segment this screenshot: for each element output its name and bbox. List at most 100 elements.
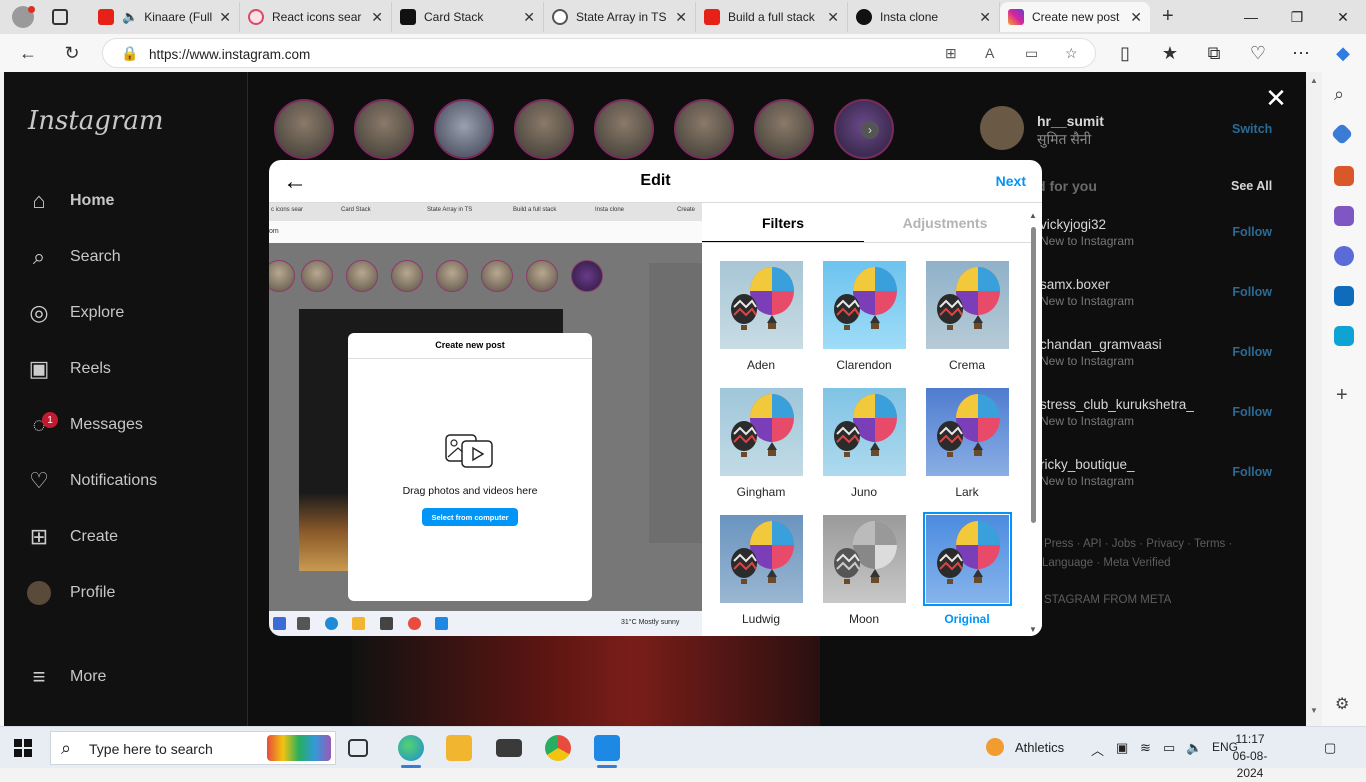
- stories-next-icon[interactable]: ›: [861, 121, 879, 139]
- footer-links-2[interactable]: Language · Meta Verified: [1042, 557, 1171, 569]
- immersive-reader-icon[interactable]: ▭: [1025, 45, 1038, 62]
- task-view-icon[interactable]: [348, 739, 368, 757]
- tab-card-stack[interactable]: Card Stack ✕: [392, 2, 544, 32]
- tab-build-full-stack[interactable]: Build a full stack ✕: [696, 2, 848, 32]
- toolbox-icon[interactable]: [1334, 166, 1354, 186]
- story-avatar[interactable]: [274, 99, 334, 159]
- filter-lark[interactable]: Lark: [922, 388, 1012, 506]
- notification-center-icon[interactable]: ▢: [1324, 740, 1336, 756]
- nav-messages[interactable]: ◌ 1 Messages: [26, 405, 143, 445]
- close-icon[interactable]: ✕: [827, 9, 839, 26]
- story-avatar[interactable]: [434, 99, 494, 159]
- outlook-icon[interactable]: [1334, 286, 1354, 306]
- story-avatar[interactable]: [754, 99, 814, 159]
- mail-icon[interactable]: [496, 739, 522, 757]
- add-sidebar-icon[interactable]: +: [1336, 384, 1348, 407]
- story-avatar[interactable]: [354, 99, 414, 159]
- nav-more[interactable]: ≡ More: [26, 657, 107, 697]
- next-button[interactable]: Next: [996, 173, 1026, 189]
- camera-icon[interactable]: ▣: [1116, 740, 1128, 756]
- nav-search[interactable]: ⌕ Search: [26, 237, 121, 277]
- filter-crema[interactable]: Crema: [922, 261, 1012, 379]
- suggestion-username[interactable]: stress_club_kurukshetra_: [1040, 397, 1194, 412]
- close-modal-icon[interactable]: ✕: [1262, 83, 1290, 113]
- profile-username[interactable]: hr__sumit: [1037, 113, 1104, 129]
- copilot-m365-icon[interactable]: [1334, 246, 1354, 266]
- suggestion-username[interactable]: ricky_boutique_: [1040, 457, 1135, 472]
- close-icon[interactable]: ✕: [371, 9, 383, 26]
- scroll-up-icon[interactable]: ▲: [1310, 76, 1318, 85]
- speaker-icon[interactable]: 🔈: [122, 9, 138, 25]
- wifi-icon[interactable]: ≋: [1140, 740, 1151, 756]
- filter-moon[interactable]: Moon: [819, 515, 909, 633]
- follow-button[interactable]: Follow: [1232, 345, 1272, 359]
- show-hidden-icons[interactable]: ︿: [1091, 740, 1104, 759]
- nav-profile[interactable]: Profile: [26, 573, 115, 613]
- instagram-logo[interactable]: Instagram: [28, 106, 164, 136]
- filter-gingham[interactable]: Gingham: [716, 388, 806, 506]
- clock[interactable]: 11:17 06-08-2024: [1222, 731, 1278, 782]
- filter-aden[interactable]: Aden: [716, 261, 806, 379]
- back-icon[interactable]: ←: [13, 38, 43, 68]
- windows-start-icon[interactable]: [14, 739, 32, 757]
- scroll-up-icon[interactable]: ▲: [1029, 211, 1037, 220]
- close-icon[interactable]: ✕: [219, 9, 231, 26]
- filter-clarendon[interactable]: Clarendon: [819, 261, 909, 379]
- games-icon[interactable]: [1334, 206, 1354, 226]
- search-icon[interactable]: ⌕: [1334, 84, 1344, 105]
- tab-filters[interactable]: Filters: [702, 215, 864, 231]
- close-icon[interactable]: ✕: [1130, 9, 1142, 26]
- shopping-tag-icon[interactable]: [1330, 122, 1354, 146]
- filters-scrollbar[interactable]: ▲ ▼: [1028, 211, 1038, 634]
- refresh-icon[interactable]: ↻: [57, 38, 87, 68]
- tab-kinaare[interactable]: 🔈 Kinaare (Full ✕: [90, 2, 240, 32]
- nav-explore[interactable]: ◎ Explore: [26, 293, 124, 333]
- nav-home[interactable]: ⌂ Home: [26, 181, 114, 221]
- file-explorer-icon[interactable]: [446, 735, 472, 761]
- vscode-icon[interactable]: [594, 735, 620, 761]
- tab-react-icons[interactable]: React icons sear ✕: [240, 2, 392, 32]
- scrollbar-thumb[interactable]: [1031, 227, 1036, 523]
- nav-notifications[interactable]: ♡ Notifications: [26, 461, 157, 501]
- profile-avatar[interactable]: [980, 106, 1024, 150]
- close-icon[interactable]: ✕: [675, 9, 687, 26]
- follow-button[interactable]: Follow: [1232, 465, 1272, 479]
- suggestion-username[interactable]: samx.boxer: [1040, 277, 1110, 292]
- split-screen-icon[interactable]: ▯: [1110, 38, 1140, 68]
- minimize-icon[interactable]: —: [1228, 0, 1274, 34]
- taskbar-search-box[interactable]: ⌕ Type here to search: [50, 731, 336, 765]
- tab-insta-clone[interactable]: Insta clone ✕: [848, 2, 1000, 32]
- switch-link[interactable]: Switch: [1232, 122, 1272, 136]
- sidebar-settings-icon[interactable]: ⚙: [1335, 694, 1349, 714]
- see-all-link[interactable]: See All: [1231, 179, 1272, 193]
- read-aloud-icon[interactable]: A: [985, 45, 994, 61]
- chrome-icon[interactable]: [545, 735, 571, 761]
- app-available-icon[interactable]: ⊞: [945, 45, 957, 62]
- url-bar[interactable]: 🔒 https://www.instagram.com ⊞ A ▭ ☆: [102, 38, 1096, 68]
- close-icon[interactable]: ✕: [523, 9, 535, 26]
- collections-icon[interactable]: ⧉: [1199, 38, 1229, 68]
- scroll-down-icon[interactable]: ▼: [1029, 625, 1037, 634]
- window-close-icon[interactable]: ✕: [1320, 0, 1366, 34]
- story-avatar[interactable]: [514, 99, 574, 159]
- filter-ludwig[interactable]: Ludwig: [716, 515, 806, 633]
- tab-create-new-post[interactable]: Create new post ✕: [1000, 2, 1150, 32]
- scroll-down-icon[interactable]: ▼: [1310, 706, 1318, 715]
- filter-original[interactable]: Original: [922, 512, 1012, 633]
- lock-icon[interactable]: 🔒: [121, 45, 138, 62]
- nav-create[interactable]: ⊞ Create: [26, 517, 118, 557]
- follow-button[interactable]: Follow: [1232, 225, 1272, 239]
- footer-links[interactable]: · Press · API · Jobs · Privacy · Terms ·: [1037, 538, 1232, 550]
- story-avatar[interactable]: [674, 99, 734, 159]
- tab-state-array[interactable]: State Array in TS ✕: [544, 2, 696, 32]
- favorite-star-icon[interactable]: ☆: [1065, 45, 1078, 62]
- copilot-icon[interactable]: ◆: [1328, 38, 1358, 68]
- weather-icon[interactable]: [986, 738, 1004, 756]
- battery-icon[interactable]: ▭: [1163, 740, 1175, 756]
- tab-actions-icon[interactable]: [52, 9, 68, 25]
- close-icon[interactable]: ✕: [979, 9, 991, 26]
- browser-essentials-icon[interactable]: ♡: [1243, 38, 1273, 68]
- send-icon[interactable]: [1334, 326, 1354, 346]
- volume-icon[interactable]: 🔈: [1186, 740, 1202, 756]
- nav-reels[interactable]: ▣ Reels: [26, 349, 111, 389]
